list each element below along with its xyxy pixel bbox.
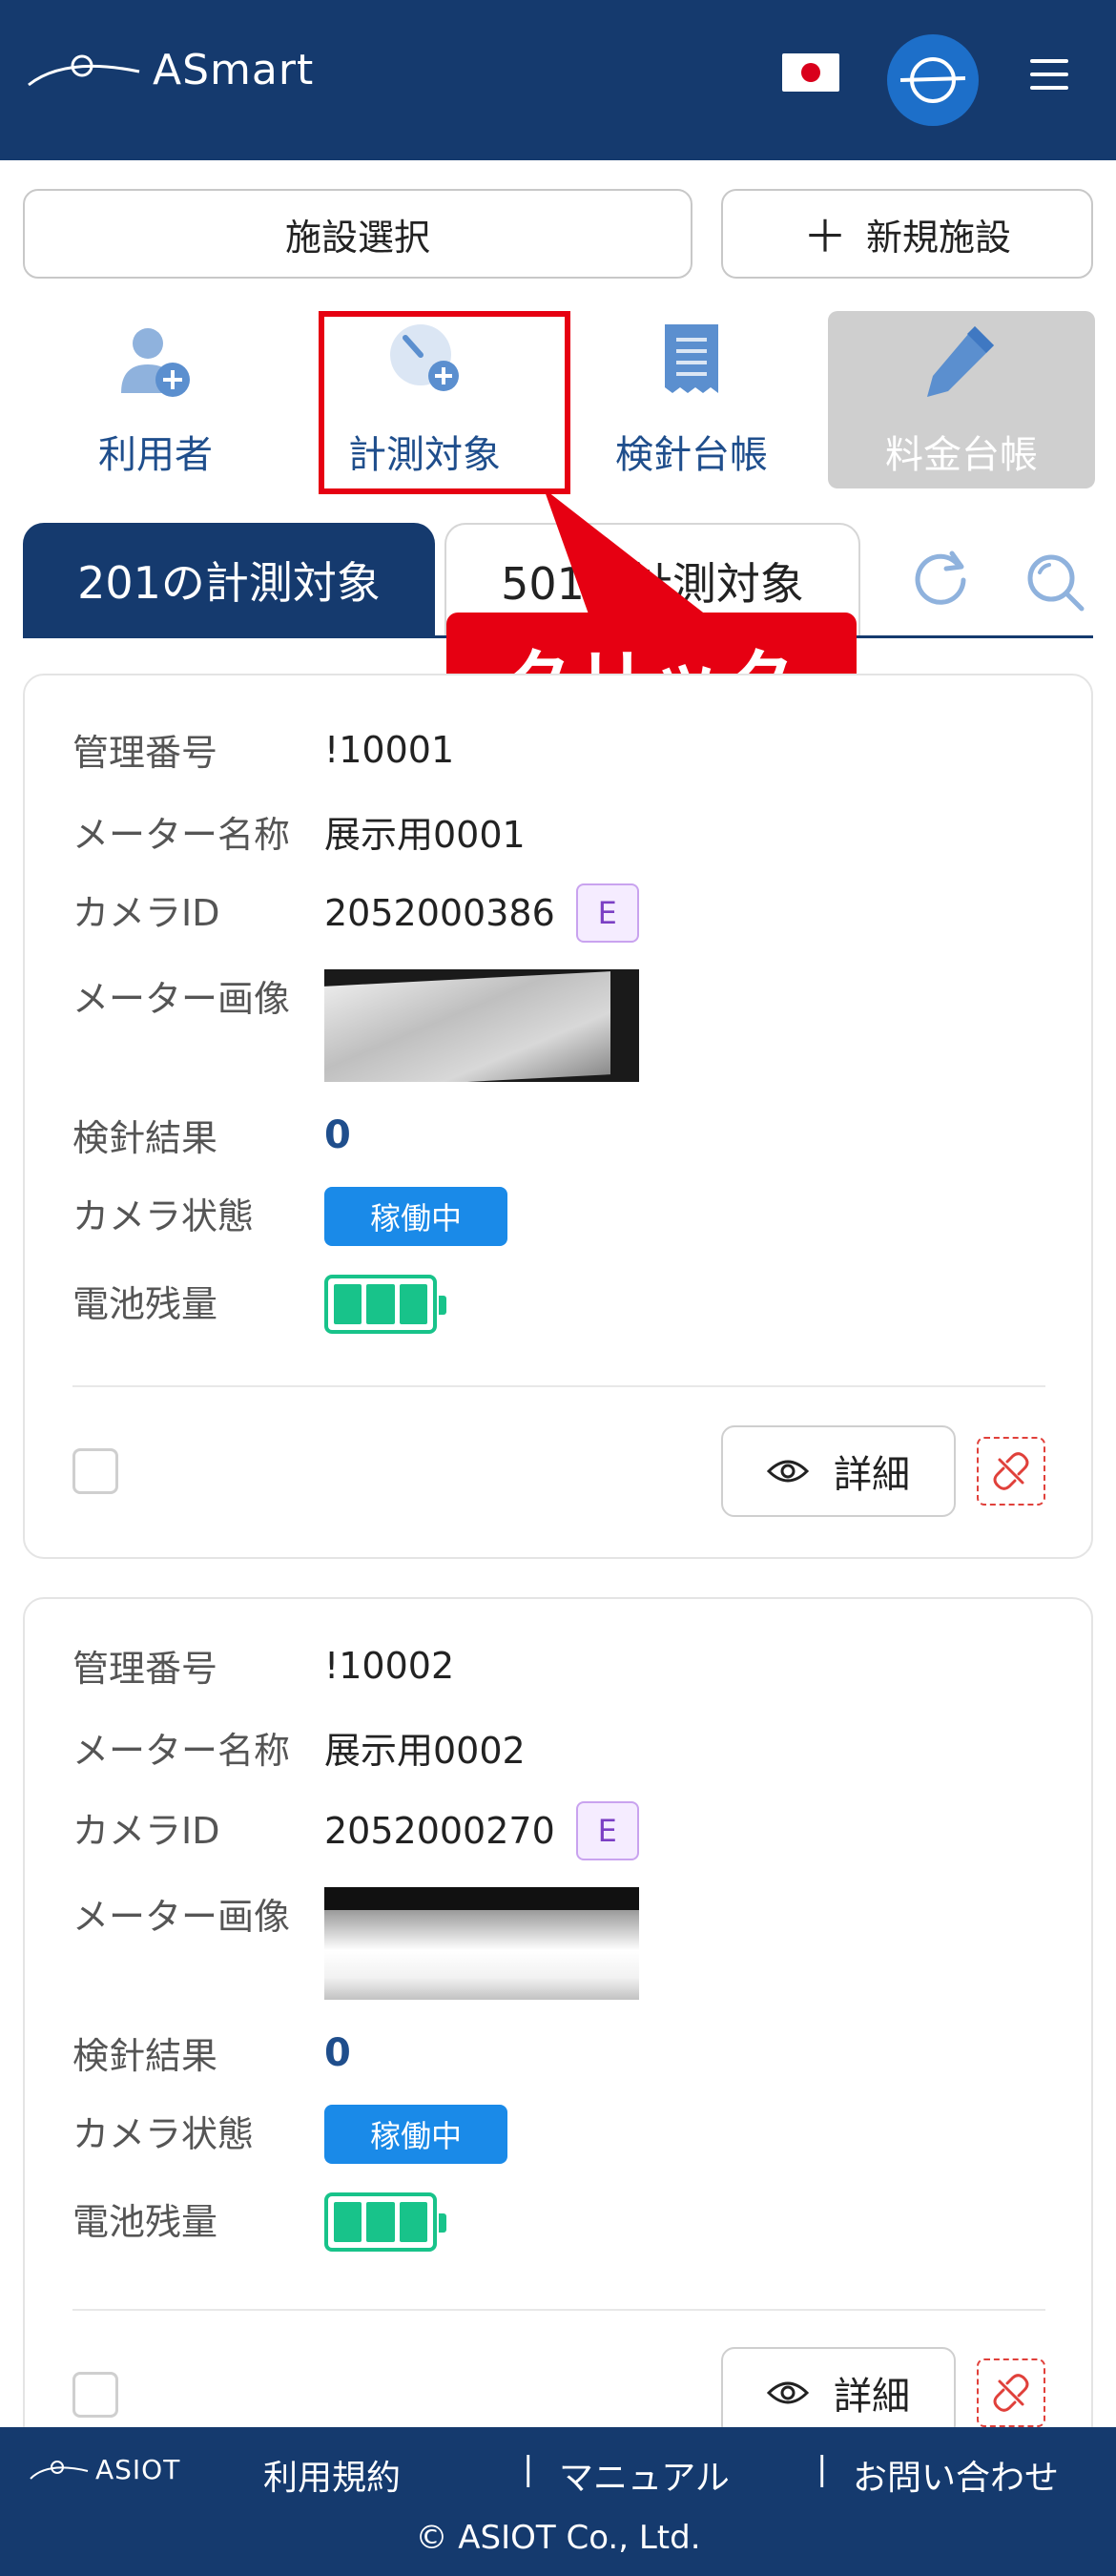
plus-icon: ＋	[802, 211, 847, 262]
unlink-icon	[993, 2374, 1029, 2412]
logo-orbit-icon	[28, 54, 140, 86]
camera-status-label: カメラ状態	[72, 1195, 255, 1237]
meter-image[interactable]	[324, 1887, 639, 2000]
row-meter-image: メーター画像	[72, 1887, 639, 2000]
mgmt-no-value: !10001	[324, 728, 455, 771]
row-mgmt-no: 管理番号 !10001	[72, 723, 454, 776]
unlink-button[interactable]	[977, 1437, 1045, 1506]
refresh-icon[interactable]	[910, 546, 971, 607]
camera-type-badge: E	[575, 1801, 639, 1860]
row-meter-image: メーター画像	[72, 969, 639, 1082]
camera-status-label: カメラ状態	[72, 2113, 255, 2155]
unlink-button[interactable]	[977, 2358, 1045, 2427]
callout-arrow	[544, 488, 715, 622]
footer-link-manual[interactable]: マニュアル	[559, 2450, 730, 2500]
row-meter-name: メーター名称 展示用0001	[72, 805, 526, 858]
eye-icon	[767, 2381, 809, 2404]
row-camera-id: カメラID 2052000270 E	[72, 1801, 639, 1860]
footer-logo: ASIOT	[29, 2454, 180, 2485]
camera-id-value: 2052000386	[324, 892, 555, 934]
detail-label: 詳細	[834, 2375, 910, 2419]
avatar[interactable]	[887, 34, 979, 126]
highlight-box	[319, 311, 570, 494]
new-facility-button[interactable]: ＋ 新規施設	[721, 189, 1093, 279]
meter-name-label: メーター名称	[72, 1730, 291, 1772]
search-icon[interactable]	[1024, 551, 1087, 614]
row-camera-status: カメラ状態 稼働中	[72, 1187, 507, 1246]
detail-label: 詳細	[834, 1453, 910, 1497]
camera-id-label: カメラID	[72, 892, 220, 934]
detail-button[interactable]: 詳細	[721, 2347, 956, 2439]
meter-image[interactable]	[324, 969, 639, 1082]
select-checkbox[interactable]	[72, 2372, 118, 2418]
battery-icon	[324, 2192, 446, 2252]
tab-201-label: 201の計測対象	[77, 557, 381, 609]
footer-link-contact[interactable]: お問い合わせ	[853, 2450, 1059, 2500]
new-facility-label: 新規施設	[865, 216, 1011, 259]
receipt-icon	[665, 324, 718, 393]
nav-meter-ledger-label: 検針台帳	[615, 433, 768, 477]
battery-icon	[324, 1275, 446, 1334]
row-reading-result: 検針結果 0	[72, 2026, 351, 2079]
nav-users-label: 利用者	[98, 433, 213, 477]
row-camera-status: カメラ状態 稼働中	[72, 2105, 507, 2164]
unlink-icon	[993, 1452, 1029, 1490]
battery-label: 電池残量	[72, 1283, 218, 1325]
select-checkbox[interactable]	[72, 1448, 118, 1494]
detail-button[interactable]: 詳細	[721, 1425, 956, 1517]
copyright: © ASIOT Co., Ltd.	[415, 2519, 701, 2557]
facility-select-button[interactable]: 施設選択	[23, 189, 692, 279]
status-badge: 稼働中	[324, 2105, 507, 2164]
footer-logo-text: ASIOT	[95, 2454, 181, 2485]
footer-separator: |	[816, 2450, 828, 2488]
reading-result-label: 検針結果	[72, 2035, 218, 2077]
user-add-icon	[121, 328, 190, 397]
hamburger-menu-icon[interactable]	[1030, 59, 1068, 97]
nav-billing-ledger-label: 料金台帳	[885, 433, 1038, 477]
tab-201-targets[interactable]: 201の計測対象	[23, 523, 435, 637]
app-name: ASmart	[153, 46, 315, 94]
nav-users[interactable]: 利用者	[36, 311, 275, 488]
battery-label: 電池残量	[72, 2201, 218, 2243]
footer-separator: |	[523, 2450, 534, 2488]
row-mgmt-no: 管理番号 !10002	[72, 1639, 454, 1692]
eye-icon	[767, 1460, 809, 1483]
row-camera-id: カメラID 2052000386 E	[72, 883, 639, 943]
mgmt-no-label: 管理番号	[72, 1648, 218, 1690]
globe-orbit-icon	[899, 57, 966, 103]
card-divider	[72, 2309, 1045, 2311]
camera-id-label: カメラID	[72, 1810, 220, 1852]
reading-result-label: 検針結果	[72, 1117, 218, 1159]
meter-card: 管理番号 !10002 メーター名称 展示用0002 カメラID 2052000…	[23, 1597, 1093, 2570]
row-reading-result: 検針結果 0	[72, 1109, 351, 1161]
meter-image-label: メーター画像	[72, 1896, 291, 1938]
logo-orbit-icon	[30, 2460, 89, 2480]
mgmt-no-label: 管理番号	[72, 732, 218, 774]
meter-name-value: 展示用0001	[324, 814, 526, 856]
footer-link-terms[interactable]: 利用規約	[263, 2450, 401, 2500]
meter-name-value: 展示用0002	[324, 1730, 526, 1772]
reading-result-value: 0	[324, 2030, 351, 2075]
camera-id-value: 2052000270	[324, 1810, 555, 1852]
meter-name-label: メーター名称	[72, 814, 291, 856]
reading-result-value: 0	[324, 1112, 351, 1157]
facility-select-label: 施設選択	[284, 216, 430, 259]
row-battery: 電池残量	[72, 1275, 446, 1334]
row-meter-name: メーター名称 展示用0002	[72, 1721, 526, 1774]
card-divider	[72, 1385, 1045, 1387]
status-badge: 稼働中	[324, 1187, 507, 1246]
nav-meter-ledger[interactable]: 検針台帳	[572, 311, 811, 488]
meter-image-label: メーター画像	[72, 978, 291, 1020]
pencil-icon	[927, 326, 994, 397]
app-logo[interactable]: ASmart	[27, 46, 314, 94]
nav-billing-ledger[interactable]: 料金台帳	[828, 311, 1095, 488]
row-battery: 電池残量	[72, 2192, 446, 2252]
camera-type-badge: E	[575, 883, 639, 943]
mgmt-no-value: !10002	[324, 1644, 455, 1687]
app-footer: ASIOT 利用規約 | マニュアル | お問い合わせ © ASIOT Co.,…	[0, 2427, 1116, 2576]
japan-flag-icon[interactable]	[782, 53, 839, 92]
app-header: ASmart	[0, 0, 1116, 160]
meter-card: 管理番号 !10001 メーター名称 展示用0001 カメラID 2052000…	[23, 674, 1093, 1559]
